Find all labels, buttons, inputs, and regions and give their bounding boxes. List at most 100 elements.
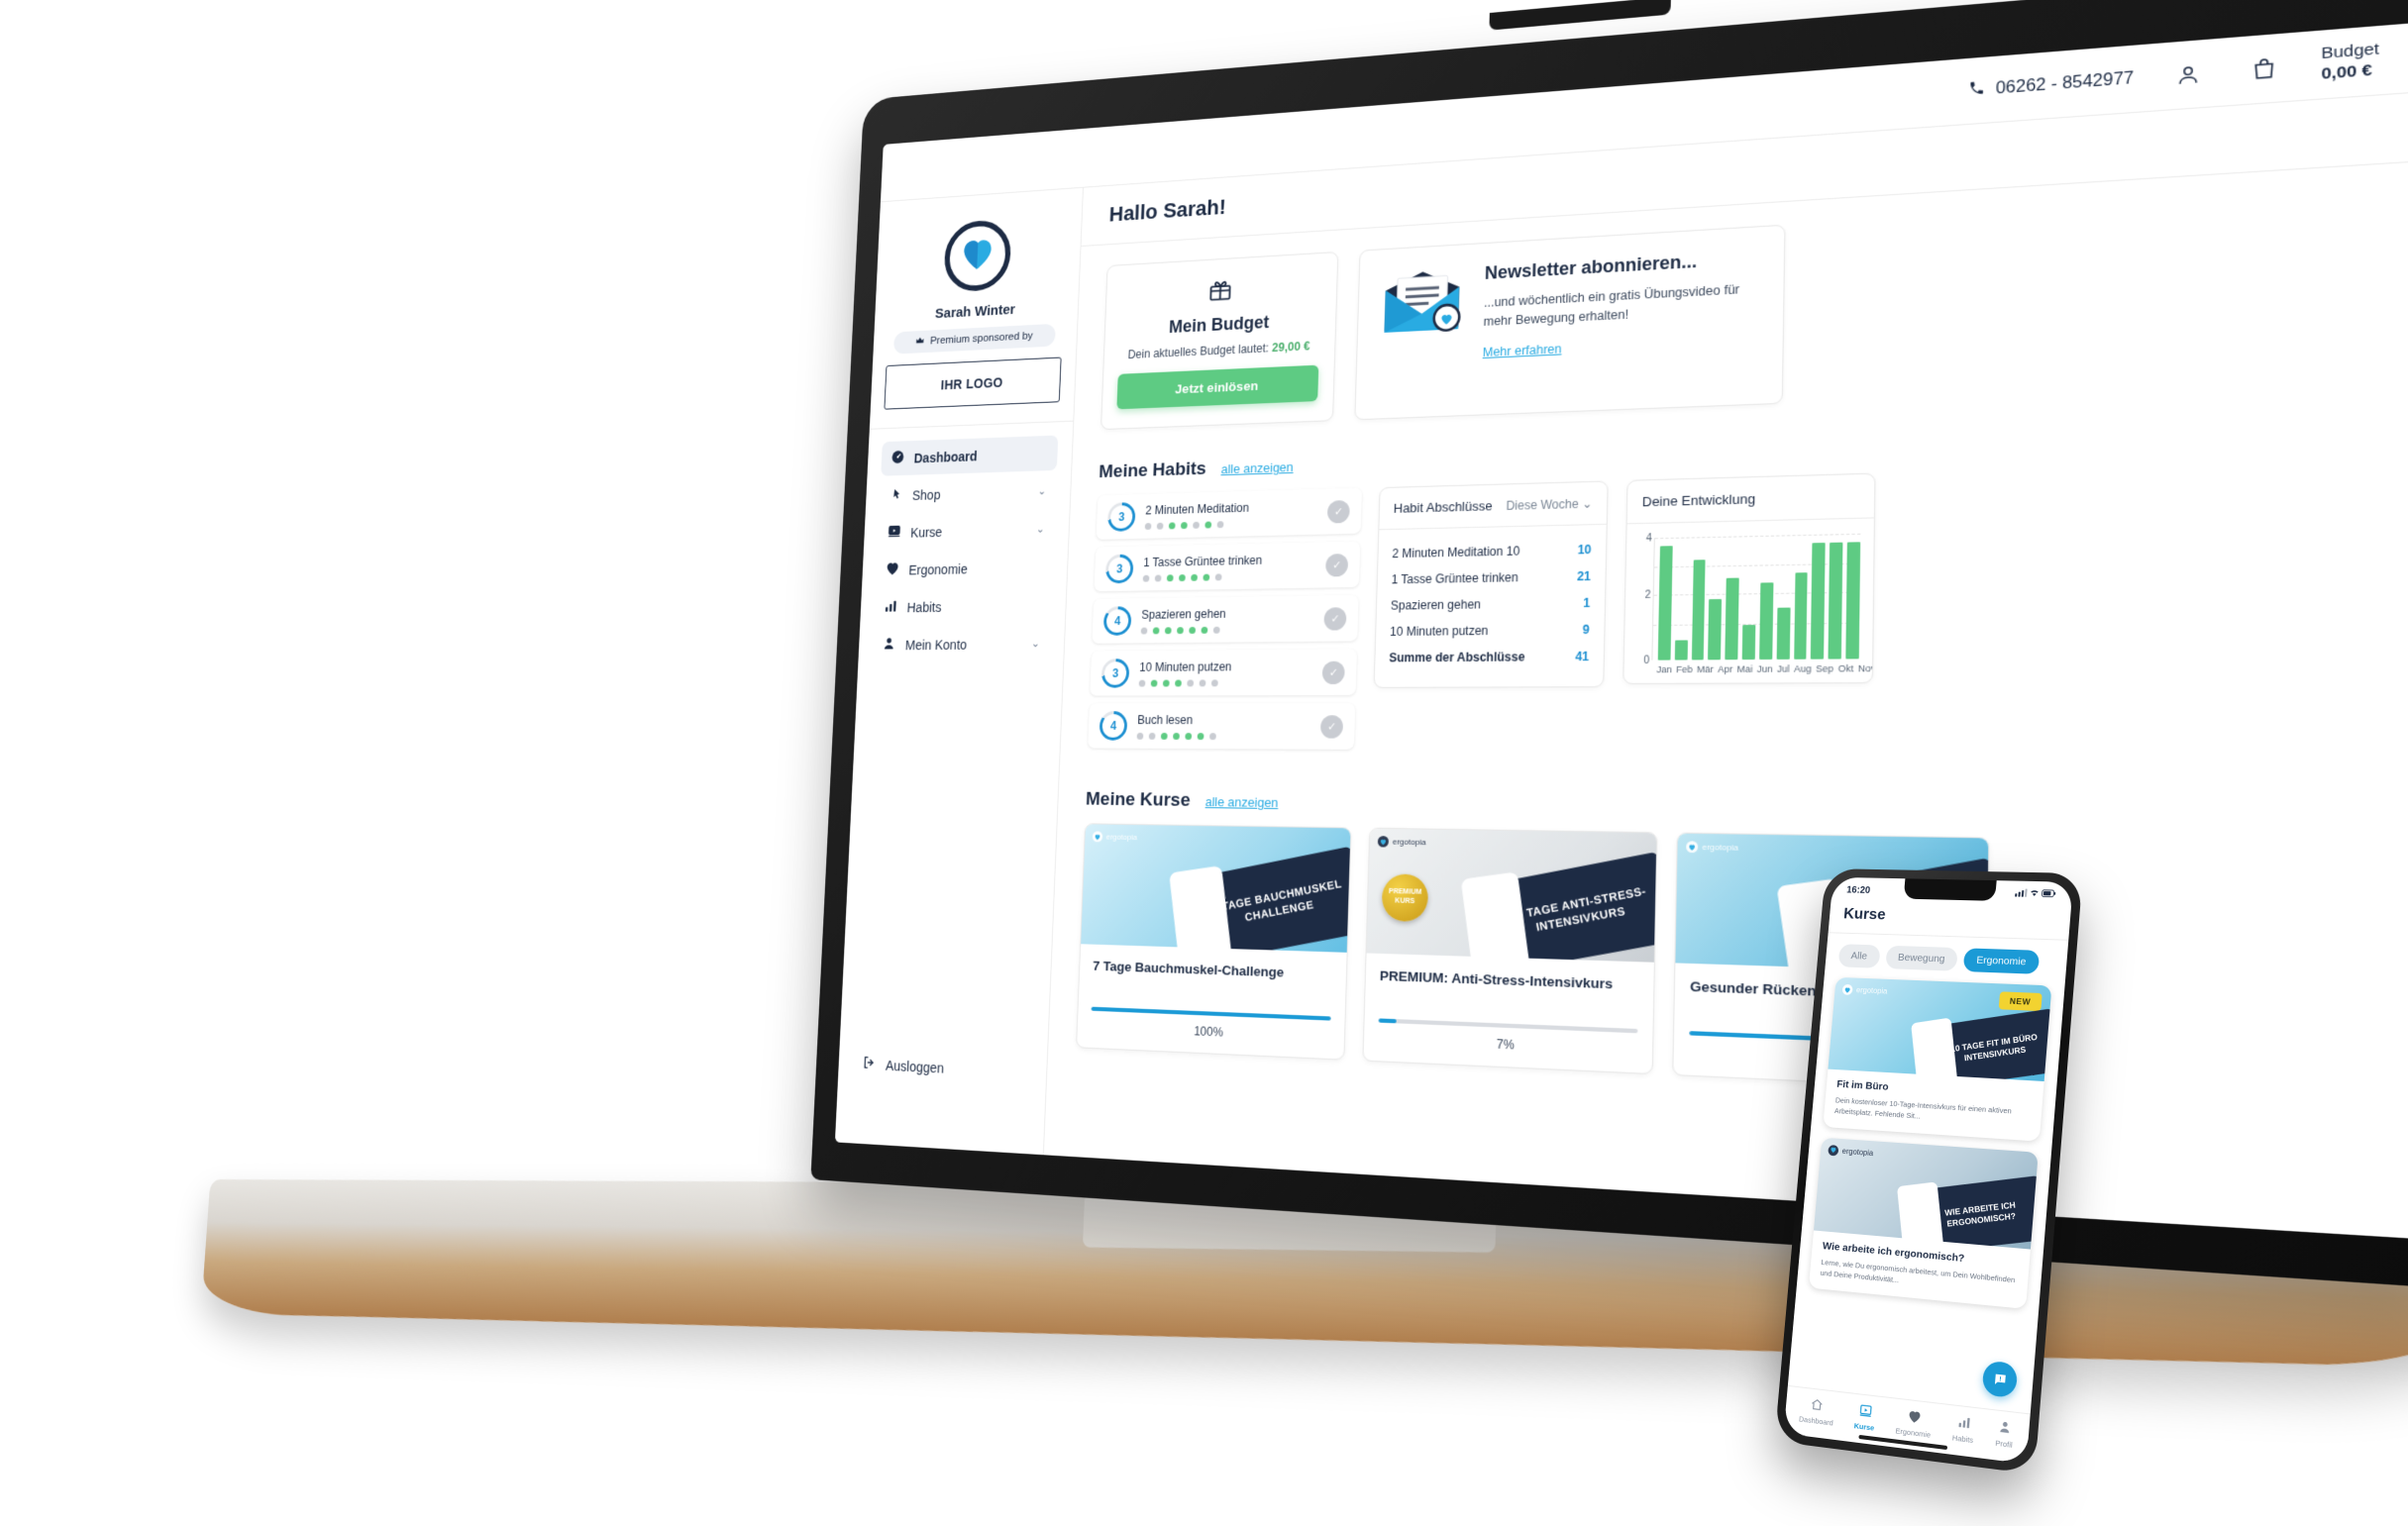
account-button[interactable] <box>2168 54 2208 94</box>
cursor-click-icon <box>889 486 903 504</box>
filter-chip-bewegung[interactable]: Bewegung <box>1884 945 1958 971</box>
table-row-total: Summe der Abschlüsse 41 <box>1389 643 1589 670</box>
sidebar-item-dashboard[interactable]: Dashboard <box>881 435 1059 476</box>
chart-bars <box>1651 533 1861 661</box>
budget-amount: 29,00 € <box>1271 339 1310 356</box>
phone-course-body: Fit im Büro Dein kostenloser 10-Tage-Int… <box>1823 1069 2043 1142</box>
premium-badge-label: Premium sponsored by <box>929 330 1033 348</box>
chart-area: 4 2 0 Jan Feb Mär Apr Mai Jun Jul Aug Se… <box>1623 518 1876 682</box>
sidebar-item-kurse[interactable]: Kurse ⌄ <box>878 511 1056 551</box>
chart-bar <box>1759 582 1774 661</box>
habit-dot <box>1201 626 1208 634</box>
phone-nav-ergonomie[interactable]: Ergonomie <box>1895 1408 1933 1439</box>
brand-logo: ergotopia <box>1841 983 1888 997</box>
habit-streak-ring: 3 <box>1104 554 1134 584</box>
chart-bar <box>1845 542 1861 660</box>
x-tick: Apr <box>1718 663 1733 675</box>
habit-week-dots <box>1140 625 1313 635</box>
course-progress-label: 7% <box>1496 1037 1516 1053</box>
y-tick: 4 <box>1645 532 1652 545</box>
budget-indicator[interactable]: Budget 0,00 € <box>2321 40 2379 84</box>
table-cell-value: 1 <box>1583 595 1591 611</box>
habit-name: Spazieren gehen <box>1141 606 1226 622</box>
x-tick: Mär <box>1697 663 1714 675</box>
course-thumbnail: ergotopia PREMIUM KURS 14 TAGE ANTI-STRE… <box>1366 828 1657 963</box>
premium-badge: PREMIUM KURS <box>1381 873 1429 923</box>
habit-completions-card: Habit Abschlüsse Diese Woche ⌄ 2 Minuten… <box>1373 480 1609 688</box>
chevron-down-icon: ⌄ <box>1581 495 1593 511</box>
habit-dot <box>1160 732 1168 740</box>
logout-button[interactable]: Ausloggen <box>852 1046 1032 1091</box>
bar-chart-icon <box>1956 1414 1971 1432</box>
course-progress-label: 100% <box>1194 1024 1224 1040</box>
habit-dot <box>1210 678 1218 686</box>
app-logo[interactable] <box>943 218 1012 293</box>
habit-dot <box>1138 679 1146 687</box>
brand-logo: ergotopia <box>1092 831 1137 843</box>
habit-item[interactable]: 3 2 Minuten Meditation ✓ <box>1096 487 1362 540</box>
habit-week-dots <box>1138 678 1311 687</box>
phone-nav-label: Dashboard <box>1798 1414 1834 1428</box>
habit-info: 2 Minuten Meditation <box>1144 498 1317 530</box>
habit-dot <box>1175 679 1182 686</box>
message-icon[interactable] <box>1981 1360 2019 1399</box>
habit-item[interactable]: 3 1 Tasse Grüntee trinken ✓ <box>1094 541 1361 592</box>
phone-nav-kurse[interactable]: Kurse <box>1853 1402 1876 1433</box>
sidebar-divider <box>869 420 1074 430</box>
habits-row: 3 2 Minuten Meditation ✓ 3 1 Tasse Grünt… <box>1088 458 2389 763</box>
course-card[interactable]: ergotopia 7 TAGE BAUCHMUSKEL CHALLENGE 7… <box>1076 823 1352 1061</box>
sidebar-item-label: Ergonomie <box>908 560 969 577</box>
habit-streak-value: 3 <box>1107 557 1131 581</box>
x-tick: Aug <box>1794 662 1812 674</box>
speedometer-icon <box>890 450 905 467</box>
phone-course-card[interactable]: ergotopia NEW 10 TAGE FIT IM BÜRO INTENS… <box>1823 976 2052 1142</box>
sidebar-item-shop[interactable]: Shop ⌄ <box>879 473 1056 513</box>
course-thumbnail: ergotopia 7 TAGE BAUCHMUSKEL CHALLENGE <box>1081 824 1351 953</box>
chart-bar <box>1725 577 1739 661</box>
table-cell-label: 2 Minuten Meditation 10 <box>1392 544 1520 561</box>
newsletter-card: Newsletter abonnieren... ...und wöchentl… <box>1354 224 1786 421</box>
redeem-budget-button[interactable]: Jetzt einlösen <box>1116 364 1319 410</box>
sidebar-item-habits[interactable]: Habits <box>874 587 1052 625</box>
course-card[interactable]: ergotopia PREMIUM KURS 14 TAGE ANTI-STRE… <box>1362 827 1658 1075</box>
budget-subtitle-prefix: Dein aktuelles Budget lautet: <box>1127 341 1273 361</box>
support-phone-number: 06262 - 8542977 <box>1995 68 2135 98</box>
habit-table-header: Habit Abschlüsse Diese Woche ⌄ <box>1379 481 1608 531</box>
brand-logo: ergotopia <box>1686 841 1738 854</box>
habit-table-filter[interactable]: Diese Woche ⌄ <box>1506 496 1592 513</box>
check-icon[interactable]: ✓ <box>1323 606 1347 631</box>
habit-item[interactable]: 3 10 Minuten putzen ✓ <box>1090 649 1358 696</box>
newsletter-more-link[interactable]: Mehr erfahren <box>1483 342 1562 359</box>
habit-dot <box>1164 626 1172 634</box>
phone-course-card[interactable]: ergotopia WIE ARBEITE ICH ERGONOMISCH? W… <box>1808 1137 2039 1309</box>
course-progress-bar <box>1091 1006 1331 1021</box>
chart-bar <box>1811 543 1826 660</box>
kurse-show-all-link[interactable]: alle anzeigen <box>1205 794 1279 810</box>
cart-button[interactable] <box>2245 49 2285 88</box>
sidebar-item-ergonomie[interactable]: Ergonomie <box>876 550 1054 588</box>
check-icon[interactable]: ✓ <box>1319 714 1344 739</box>
habit-dot <box>1185 732 1193 740</box>
table-cell-label: 10 Minuten putzen <box>1389 623 1489 640</box>
habit-dot <box>1193 521 1200 529</box>
phone-nav-dashboard[interactable]: Dashboard <box>1798 1395 1835 1428</box>
support-phone[interactable]: 06262 - 8542977 <box>1969 68 2135 102</box>
x-tick: Sep <box>1816 662 1834 674</box>
check-icon[interactable]: ✓ <box>1326 499 1350 524</box>
phone-nav-habits[interactable]: Habits <box>1952 1414 1975 1445</box>
habit-dot <box>1179 573 1186 581</box>
filter-chip-alle[interactable]: Alle <box>1837 944 1881 968</box>
x-tick: Nov <box>1857 662 1876 674</box>
habit-item[interactable]: 4 Buch lesen ✓ <box>1088 703 1356 750</box>
check-icon[interactable]: ✓ <box>1325 553 1349 576</box>
habit-table-filter-label: Diese Woche <box>1506 496 1579 513</box>
table-total-label: Summe der Abschlüsse <box>1389 650 1525 665</box>
check-icon[interactable]: ✓ <box>1321 661 1345 684</box>
budget-card-title: Mein Budget <box>1168 312 1270 337</box>
habit-item[interactable]: 4 Spazieren gehen ✓ <box>1092 594 1359 644</box>
filter-chip-ergonomie[interactable]: Ergonomie <box>1962 948 2041 974</box>
habits-show-all-link[interactable]: alle anzeigen <box>1221 459 1294 476</box>
sidebar-item-mein-konto[interactable]: Mein Konto ⌄ <box>872 626 1050 662</box>
phone-nav-profil[interactable]: Profil <box>1995 1419 2015 1450</box>
habit-dot <box>1156 522 1164 530</box>
